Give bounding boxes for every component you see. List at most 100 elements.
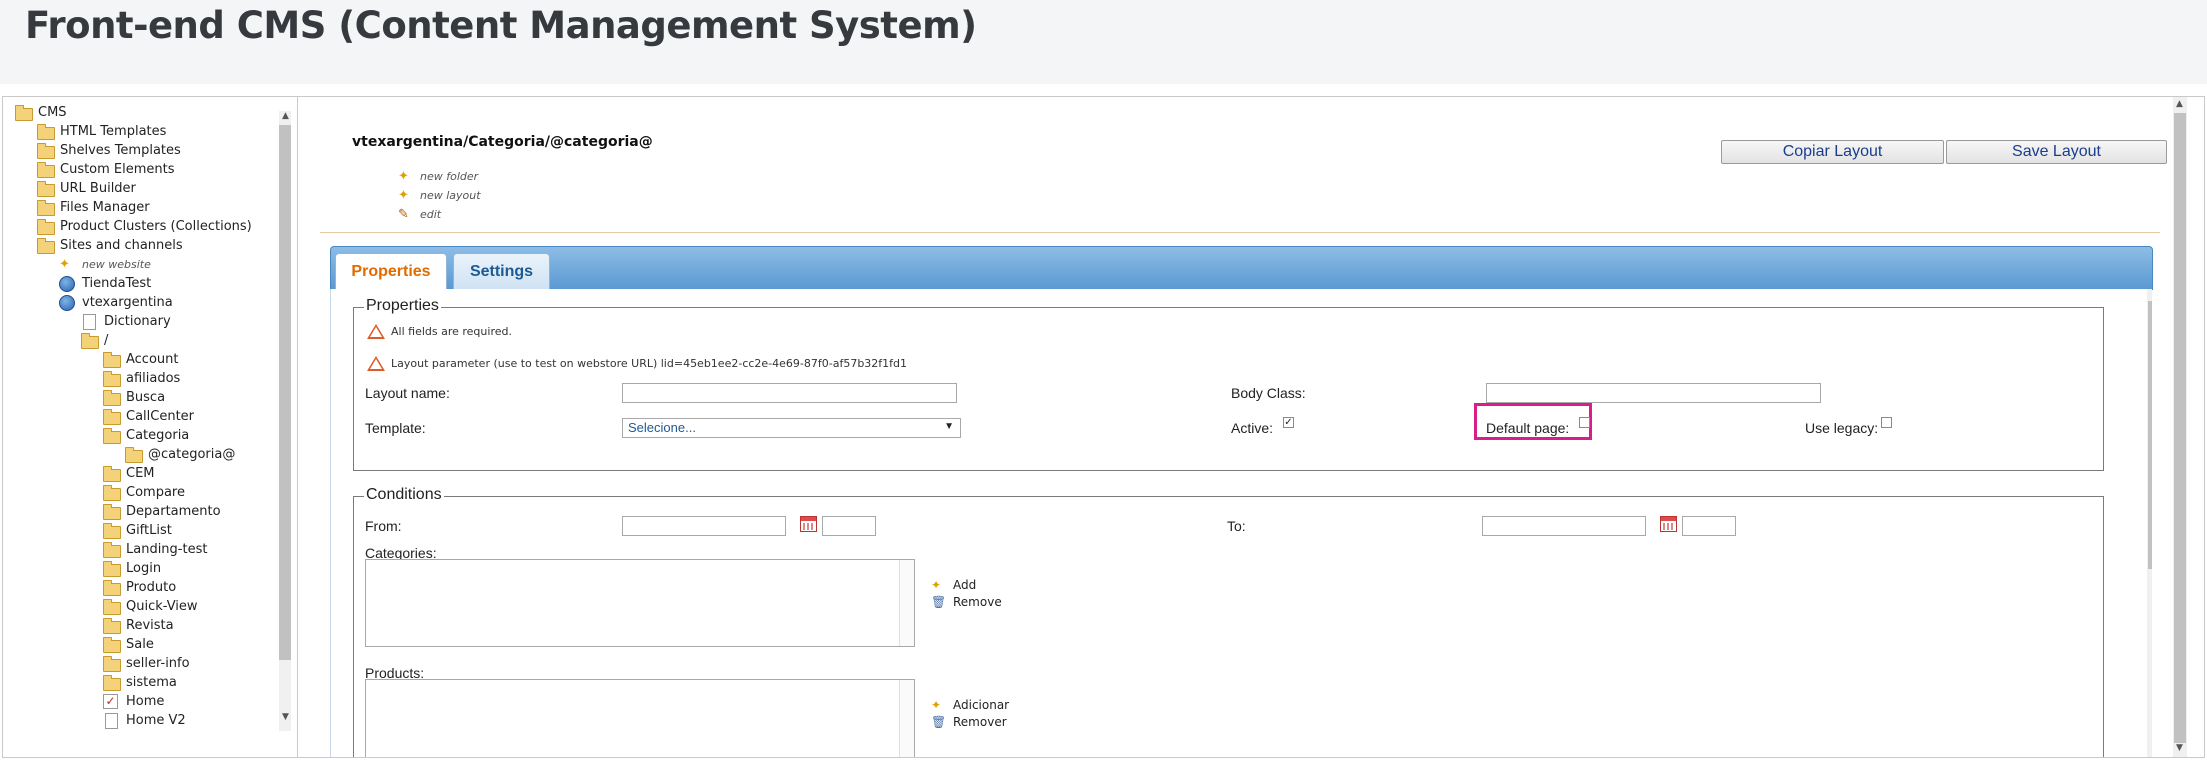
categories-list[interactable]: [365, 559, 915, 647]
tree-item[interactable]: Busca: [103, 388, 165, 407]
from-date-input[interactable]: [622, 516, 786, 536]
tree-item-label: CEM: [126, 466, 155, 481]
tree-item[interactable]: Compare: [103, 483, 185, 502]
layout-name-input[interactable]: [622, 383, 957, 403]
warning-required: All fields are required.: [367, 324, 512, 339]
warning-required-text: All fields are required.: [391, 325, 512, 338]
tree-item[interactable]: /: [81, 331, 108, 350]
tree-item[interactable]: Landing-test: [103, 540, 207, 559]
tree-item[interactable]: CEM: [103, 464, 155, 483]
tree-scroll-up-icon[interactable]: ▲: [282, 111, 289, 121]
products-scrollbar[interactable]: [899, 680, 914, 757]
tree-item-label: Busca: [126, 390, 166, 405]
tree-item-label: Categoria: [126, 428, 190, 443]
calendar-icon[interactable]: [800, 516, 817, 532]
tree-item-label: URL Builder: [60, 181, 136, 196]
warning-layout-param-text: Layout parameter (use to test on webstor…: [391, 357, 908, 370]
tree-item-label: new website: [82, 258, 151, 271]
template-label: Template:: [365, 420, 426, 436]
new-folder-icon: ✦: [398, 169, 409, 184]
calendar-icon[interactable]: [1660, 516, 1677, 532]
tree-item-label: Produto: [126, 580, 177, 595]
folder-icon: [103, 504, 121, 520]
copy-layout-button[interactable]: Copiar Layout: [1721, 140, 1944, 164]
edit-link[interactable]: ✎ edit: [398, 207, 441, 222]
from-time-input[interactable]: [822, 516, 876, 536]
tree-item[interactable]: CallCenter: [103, 407, 194, 426]
tree-item[interactable]: Revista: [103, 616, 174, 635]
warning-icon: [367, 356, 385, 371]
tree-item[interactable]: HTML Templates: [37, 122, 166, 141]
new-folder-link[interactable]: ✦ new folder: [398, 169, 478, 184]
shelves-templates-icon: [37, 143, 55, 159]
tree-item[interactable]: Files Manager: [37, 198, 150, 217]
use-legacy-checkbox[interactable]: [1881, 417, 1892, 428]
tree-item-label: Quick-View: [126, 599, 198, 614]
add-product-link[interactable]: ✦ Adicionar: [931, 698, 1009, 712]
tree-item[interactable]: Home V2: [103, 711, 186, 730]
tab-settings[interactable]: Settings: [453, 253, 550, 290]
properties-fieldset: [353, 307, 2104, 471]
page-title: Front-end CMS (Content Management System…: [25, 4, 977, 47]
divider: [320, 232, 2160, 233]
remove-category-link[interactable]: 🗑 Remove: [931, 595, 1002, 609]
tree-item[interactable]: afiliados: [103, 369, 180, 388]
tree-item-label: Home V2: [126, 713, 186, 728]
categories-scrollbar[interactable]: [899, 560, 914, 646]
new-icon: ✦: [59, 257, 70, 272]
tree-item-label: sistema: [126, 675, 177, 690]
tree-item[interactable]: Sites and channels: [37, 236, 183, 255]
tree-item[interactable]: URL Builder: [37, 179, 136, 198]
tree-item[interactable]: Custom Elements: [37, 160, 175, 179]
tree-item[interactable]: ✓ Home: [103, 692, 164, 711]
folder-icon: [103, 599, 121, 615]
add-label: Add: [953, 578, 977, 592]
tree-scroll-down-icon[interactable]: ▼: [282, 712, 289, 722]
tree-item[interactable]: Sale: [103, 635, 154, 654]
tree-item[interactable]: TiendaTest: [59, 274, 151, 293]
to-date-input[interactable]: [1482, 516, 1646, 536]
new-layout-label: new layout: [420, 189, 481, 202]
main-scroll-thumb[interactable]: [2174, 113, 2186, 743]
body-class-input[interactable]: [1486, 383, 1821, 403]
tree-item[interactable]: Shelves Templates: [37, 141, 181, 160]
layout-name-label: Layout name:: [365, 385, 450, 401]
tree-item[interactable]: vtexargentina: [59, 293, 173, 312]
products-list[interactable]: [365, 679, 915, 757]
tree-item[interactable]: Account: [103, 350, 179, 369]
main-scroll-up-icon[interactable]: ▲: [2176, 99, 2183, 109]
tree-item[interactable]: ✦ new website: [59, 255, 151, 274]
tree-item[interactable]: Quick-View: [103, 597, 198, 616]
tree-scroll-thumb[interactable]: [279, 125, 291, 660]
tree-item[interactable]: GiftList: [103, 521, 172, 540]
content-scroll-thumb[interactable]: [2148, 301, 2152, 569]
active-checkbox[interactable]: ✓: [1283, 417, 1294, 428]
tree-item[interactable]: CMS: [15, 103, 67, 122]
tree-item[interactable]: seller-info: [103, 654, 190, 673]
tree-item[interactable]: Produto: [103, 578, 176, 597]
tree-item[interactable]: Departamento: [103, 502, 221, 521]
remove-product-link[interactable]: 🗑 Remover: [931, 715, 1007, 729]
folder-icon: [37, 219, 55, 235]
to-time-input[interactable]: [1682, 516, 1736, 536]
template-select[interactable]: Selecione... ▼: [622, 418, 961, 438]
save-layout-button[interactable]: Save Layout: [1946, 140, 2167, 164]
tab-properties[interactable]: Properties: [335, 253, 447, 290]
tree-item[interactable]: Dictionary: [81, 312, 171, 331]
main-scroll-down-icon[interactable]: ▼: [2176, 743, 2183, 753]
tree-panel: CMS HTML Templates Shelves Templates Custom…: [3, 97, 298, 757]
tree-item[interactable]: Categoria: [103, 426, 189, 445]
tree-item[interactable]: Login: [103, 559, 161, 578]
tree-item[interactable]: @categoria@: [125, 445, 235, 464]
tree-item[interactable]: Product Clusters (Collections): [37, 217, 252, 236]
tree-item-label: Compare: [126, 485, 185, 500]
new-layout-link[interactable]: ✦ new layout: [398, 188, 481, 203]
tree-item[interactable]: sistema: [103, 673, 177, 692]
default-page-checkbox[interactable]: [1579, 417, 1590, 428]
folder-open-icon: [81, 333, 99, 349]
folder-icon: [103, 371, 121, 387]
tree-item-label: TiendaTest: [82, 276, 152, 291]
tab-bar: Properties Settings: [330, 246, 2153, 290]
tree-item-label: Dictionary: [104, 314, 171, 329]
add-category-link[interactable]: ✦ Add: [931, 578, 976, 592]
